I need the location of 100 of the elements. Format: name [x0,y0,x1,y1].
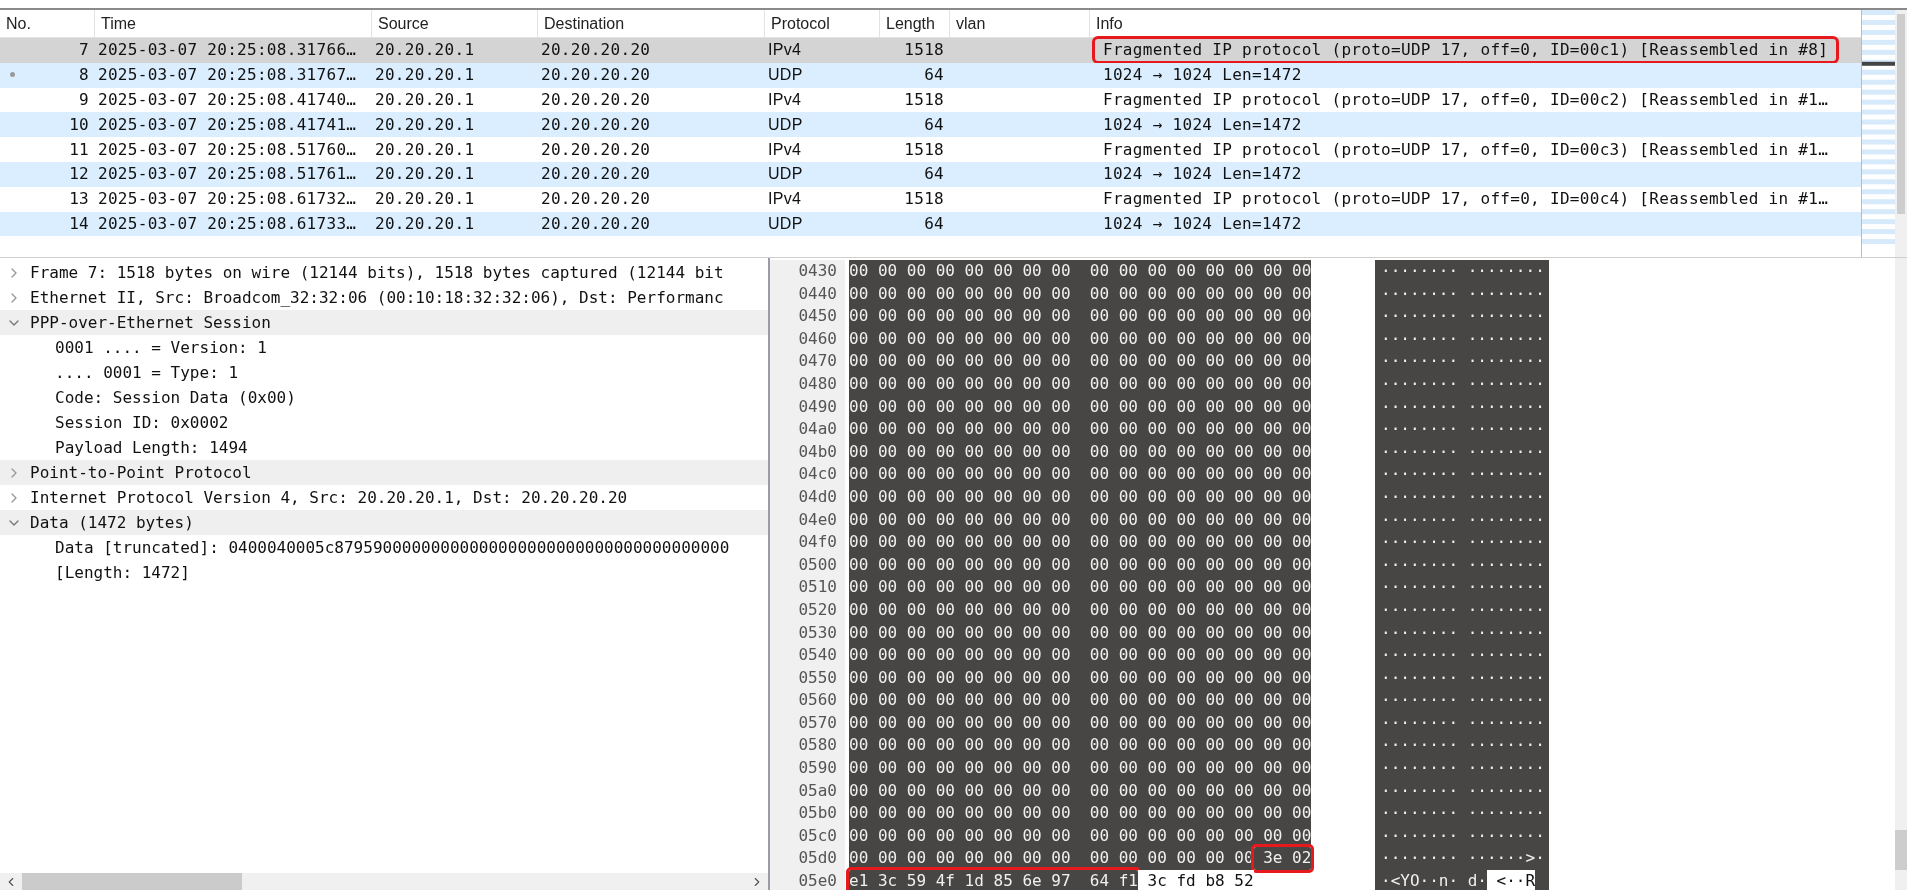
packet-row[interactable]: 7 2025-03-07 20:25:08.31766… 20.20.20.1 20.20.20.20 IPv4 1518 Fragmented IP protocol (proto=UDP 17, off=0, ID=00c1) [Reassembled in #8] [0,38,1861,63]
table-cell-text: 64 [924,113,944,136]
table-cell-text: 1024 → 1024 Len=1472 [1102,113,1303,136]
byte-offset: 0510 [798,576,837,599]
table-cell: 20.20.20.1 [375,139,475,159]
table-cell: IPv4 [768,91,802,108]
hex-bytes: 00 00 00 00 00 00 00 00 00 00 00 00 00 00 00 00 [849,553,1312,577]
hex-bytes: 00 00 00 00 00 00 00 00 00 00 00 00 00 00 00 00 [849,711,1312,735]
hex-bytes: 00 00 00 00 00 00 00 00 00 00 00 00 00 00 00 00 [849,327,1312,351]
table-cell: 20.20.20.1 [375,164,475,184]
packet-row[interactable]: 12 2025-03-07 20:25:08.51761… 20.20.20.1 20.20.20.20 UDP 64 1024 → 1024 Len=1472 [0,162,1861,187]
table-cell: 20.20.20.20 [541,139,651,159]
byte-offset: 0450 [798,305,837,328]
hex-bytes: e1 3c 59 4f 1d 85 6e 97 64 f1 [849,870,1138,890]
byte-offset: 0480 [798,372,837,395]
tree-label: .... 0001 = Type: 1 [55,361,239,384]
tree-row[interactable]: Code: Session Data (0x00) [0,385,768,410]
table-cell: IPv4 [768,190,802,208]
table-cell: UDP [768,214,803,232]
table-cell: 20.20.20.20 [541,40,651,60]
table-cell-text: 7 [79,39,89,62]
column-header[interactable]: vlan [956,11,986,36]
tree-label: Data [truncated]: 0400040005c87959000000000000000000000000000000000000 [55,536,730,559]
table-cell: UDP [768,165,803,183]
tree-row[interactable]: [Length: 1472] [0,560,768,585]
hex-bytes: 00 00 00 00 00 00 00 00 00 00 00 00 00 00 00 00 [849,779,1312,803]
tree-row[interactable]: Ethernet II, Src: Broadcom_32:32:06 (00:10:18:32:32:06), Dst: Performanc [0,285,768,310]
tree-row[interactable]: 0001 .... = Version: 1 [0,335,768,360]
byte-offset: 0590 [798,757,837,780]
table-cell: 20.20.20.20 [541,114,651,134]
column-header[interactable]: Destination [544,11,625,36]
table-cell-text: 64 [924,212,944,235]
tree-row[interactable]: Session ID: 0x0002 [0,410,768,435]
column-header[interactable]: No. [6,11,31,36]
table-cell: IPv4 [768,140,802,158]
tree-row[interactable]: Data (1472 bytes) [0,510,768,535]
column-header[interactable]: Length [886,11,935,36]
tree-row[interactable]: Data [truncated]: 0400040005c87959000000000000000000000000000000000000 [0,535,768,560]
tree-row[interactable]: Payload Length: 1494 [0,435,768,460]
tree-label: Ethernet II, Src: Broadcom_32:32:06 (00:10:18:32:32:06), Dst: Performanc [30,286,724,309]
tree-label: Data (1472 bytes) [30,511,194,534]
table-cell: 20.20.20.1 [375,114,475,134]
tree-label: Payload Length: 1494 [55,436,248,459]
byte-offset: 0530 [798,621,837,644]
tree-row[interactable]: Frame 7: 1518 bytes on wire (12144 bits), 1518 bytes captured (12144 bit [0,260,768,285]
ascii-text: <··R [1486,870,1536,890]
hex-bytes: 00 00 00 00 00 00 00 00 00 00 00 00 00 00 00 00 [849,734,1312,758]
table-cell: 20.20.20.20 [541,189,651,209]
vertical-scrollbar[interactable] [1895,10,1907,257]
byte-offset: 0550 [798,666,837,689]
hex-bytes: 00 00 00 00 00 00 00 00 00 00 00 00 00 00 00 00 [849,802,1312,825]
table-cell: 2025-03-07 20:25:08.61733… [98,213,357,233]
column-header[interactable]: Time [101,11,136,36]
packet-row[interactable]: 8 2025-03-07 20:25:08.31767… 20.20.20.1 20.20.20.20 UDP 64 1024 → 1024 Len=1472 [0,62,1861,88]
packet-row[interactable]: 14 2025-03-07 20:25:08.61733… 20.20.20.1 20.20.20.20 UDP 64 1024 → 1024 Len=1472 [0,211,1861,237]
byte-offset: 0580 [798,734,837,757]
tree-label: Internet Protocol Version 4, Src: 20.20.20.1, Dst: 20.20.20.20 [30,486,628,509]
tree-row[interactable]: PPP-over-Ethernet Session [0,310,768,335]
table-cell-text: 12 [69,163,89,186]
byte-offset: 04a0 [798,418,837,441]
hex-bytes: 00 00 00 00 00 00 00 00 00 00 00 00 00 00 00 00 [849,418,1312,441]
byte-offset: 0470 [798,350,837,373]
table-cell-text: 1518 [904,39,944,62]
vertical-scrollbar[interactable] [1895,258,1907,890]
column-header[interactable]: Info [1096,11,1123,36]
table-cell: 2025-03-07 20:25:08.41741… [98,114,357,134]
byte-offset: 04e0 [798,508,837,531]
tree-label: Code: Session Data (0x00) [55,386,296,409]
table-cell-text: 64 [924,64,944,87]
table-cell-text: 1024 → 1024 Len=1472 [1102,163,1303,186]
table-cell: 2025-03-07 20:25:08.61732… [98,189,357,209]
byte-offset: 04f0 [798,531,837,554]
column-header[interactable]: Protocol [771,11,830,36]
tree-row[interactable]: Internet Protocol Version 4, Src: 20.20.20.1, Dst: 20.20.20.20 [0,485,768,510]
table-cell-text: 10 [69,113,89,136]
tree-row[interactable]: .... 0001 = Type: 1 [0,360,768,385]
horizontal-scrollbar[interactable] [0,873,768,890]
byte-offset: 05b0 [798,802,837,825]
tree-label: Session ID: 0x0002 [55,411,229,434]
column-header[interactable]: Source [378,11,429,36]
table-cell-text: 1518 [904,138,944,161]
hex-bytes: 00 00 00 00 00 00 00 00 00 00 00 00 00 00 00 00 [849,621,1312,645]
table-cell: 20.20.20.1 [375,65,475,85]
tree-label: [Length: 1472] [55,561,190,584]
hex-bytes: 00 00 00 00 00 00 00 00 00 00 00 00 00 00 00 00 [849,508,1312,532]
table-cell: 2025-03-07 20:25:08.51760… [98,139,357,159]
table-cell-text: Fragmented IP protocol (proto=UDP 17, off=0, ID=00c2) [Reassembled in #1… [1102,89,1830,111]
byte-offset: 04d0 [798,485,837,508]
tree-row[interactable]: Point-to-Point Protocol [0,460,768,485]
packet-row[interactable]: 10 2025-03-07 20:25:08.41741… 20.20.20.1 20.20.20.20 UDP 64 1024 → 1024 Len=1472 [0,112,1861,138]
hex-bytes: 00 00 00 00 00 00 00 00 00 00 00 00 00 00 00 00 [849,531,1312,554]
byte-offset: 0500 [798,553,837,576]
table-cell-text: 9 [79,89,89,111]
byte-offset: 0430 [798,260,837,282]
byte-offset: 05e0 [798,870,837,890]
packet-minimap[interactable] [1861,10,1895,257]
table-cell: Fragmented IP protocol (proto=UDP 17, off=0, ID=00c1) [Reassembled in #8] [1095,39,1837,62]
hex-bytes: 00 00 00 00 00 00 00 00 00 00 00 00 00 00 00 00 [849,282,1312,306]
table-cell: 2025-03-07 20:25:08.51761… [98,164,357,184]
table-cell: 20.20.20.1 [375,40,475,60]
